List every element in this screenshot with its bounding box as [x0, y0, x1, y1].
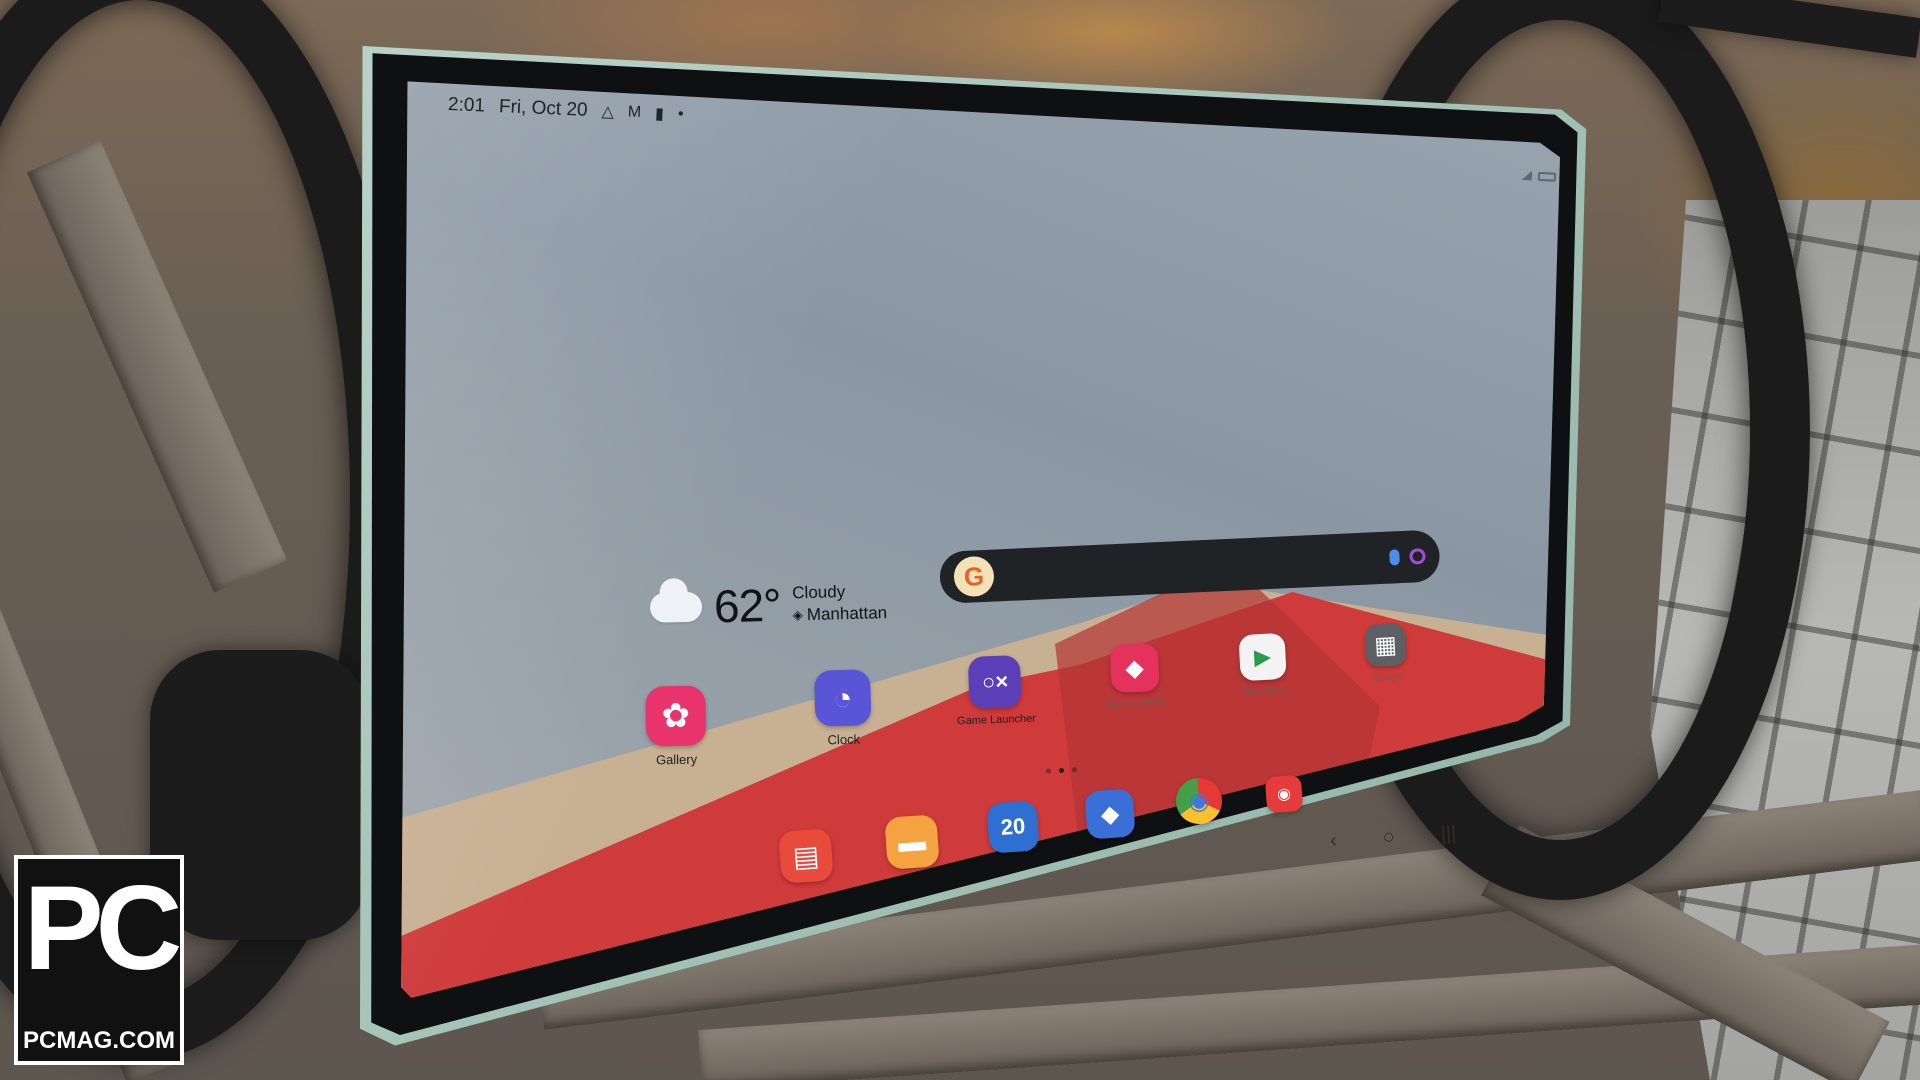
mic-icon[interactable] [1389, 549, 1400, 566]
signal-icon [1522, 170, 1533, 181]
samsung-notes-icon: ▤ [778, 828, 834, 884]
status-bar-right [1522, 169, 1561, 183]
google-folder-icon: ▦ [1364, 622, 1407, 668]
clock-icon: ◔ [814, 669, 872, 727]
app-galaxy-store[interactable]: ◆ Galaxy Store [1105, 642, 1165, 710]
gmail-icon: M [627, 103, 642, 122]
recents-button[interactable]: ||| [1440, 822, 1457, 846]
dock-samsung-notes[interactable]: ▤ [778, 828, 834, 884]
weather-location: Manhattan [806, 603, 888, 625]
page-dot[interactable] [1071, 767, 1078, 773]
lens-icon[interactable] [1409, 547, 1426, 565]
dock-chrome[interactable]: ◉ [1174, 776, 1224, 826]
app-play-store[interactable]: ▶ Play Store [1238, 632, 1287, 697]
home-button[interactable]: ○ [1382, 826, 1395, 850]
weather-location-row: ◈ Manhattan [793, 602, 888, 626]
location-pin-icon: ◈ [792, 607, 803, 623]
app-label: Clock [827, 731, 861, 748]
back-button[interactable]: ‹ [1329, 829, 1337, 852]
status-time: 2:01 [447, 94, 486, 117]
status-date: Fri, Oct 20 [498, 96, 589, 121]
app-clock[interactable]: ◔ Clock [814, 669, 872, 747]
app-gallery[interactable]: ✿ Gallery [645, 685, 707, 768]
dock-camera[interactable]: ◉ [1264, 774, 1304, 814]
app-google-folder[interactable]: ▦ Google [1364, 622, 1408, 683]
game-launcher-icon: ○× [968, 655, 1023, 709]
my-files-icon: ▬ [884, 814, 940, 870]
chrome-icon: ◉ [1174, 776, 1224, 826]
app-label: Google [1372, 671, 1403, 683]
pcmag-logo-text: PC [23, 861, 183, 995]
dot-icon: • [677, 105, 684, 123]
battery-icon: ▮ [654, 105, 665, 124]
battery-icon [1537, 171, 1557, 182]
weather-condition: Cloudy [792, 582, 846, 603]
camera-icon: ◉ [1264, 774, 1304, 814]
google-logo-icon[interactable]: G [953, 555, 995, 598]
page-dot-active[interactable] [1058, 767, 1065, 774]
app-game-launcher[interactable]: ○× Game Launcher [955, 655, 1036, 727]
calendar-icon: 20 [986, 800, 1040, 854]
dock-my-files[interactable]: ▬ [884, 814, 940, 870]
messages-icon: ◆ [1084, 788, 1136, 840]
galaxy-store-icon: ◆ [1109, 642, 1160, 694]
weather-widget[interactable]: 62° Cloudy ◈ Manhattan [649, 575, 887, 635]
search-input-area[interactable] [1004, 558, 1380, 575]
weather-temperature: 62° [713, 578, 782, 633]
cloud-icon [649, 591, 703, 623]
play-store-icon: ▶ [1238, 632, 1287, 682]
gallery-icon: ✿ [645, 685, 707, 747]
drive-icon: △ [601, 103, 615, 121]
app-label: Gallery [655, 751, 698, 768]
dock-calendar[interactable]: 20 [986, 800, 1040, 854]
pcmag-watermark: PC PCMAG.COM [14, 855, 184, 1065]
page-dot[interactable] [1045, 768, 1052, 774]
weather-details: Cloudy ◈ Manhattan [792, 580, 887, 626]
dock-messages[interactable]: ◆ [1084, 788, 1136, 840]
pcmag-url: PCMAG.COM [23, 1027, 175, 1054]
